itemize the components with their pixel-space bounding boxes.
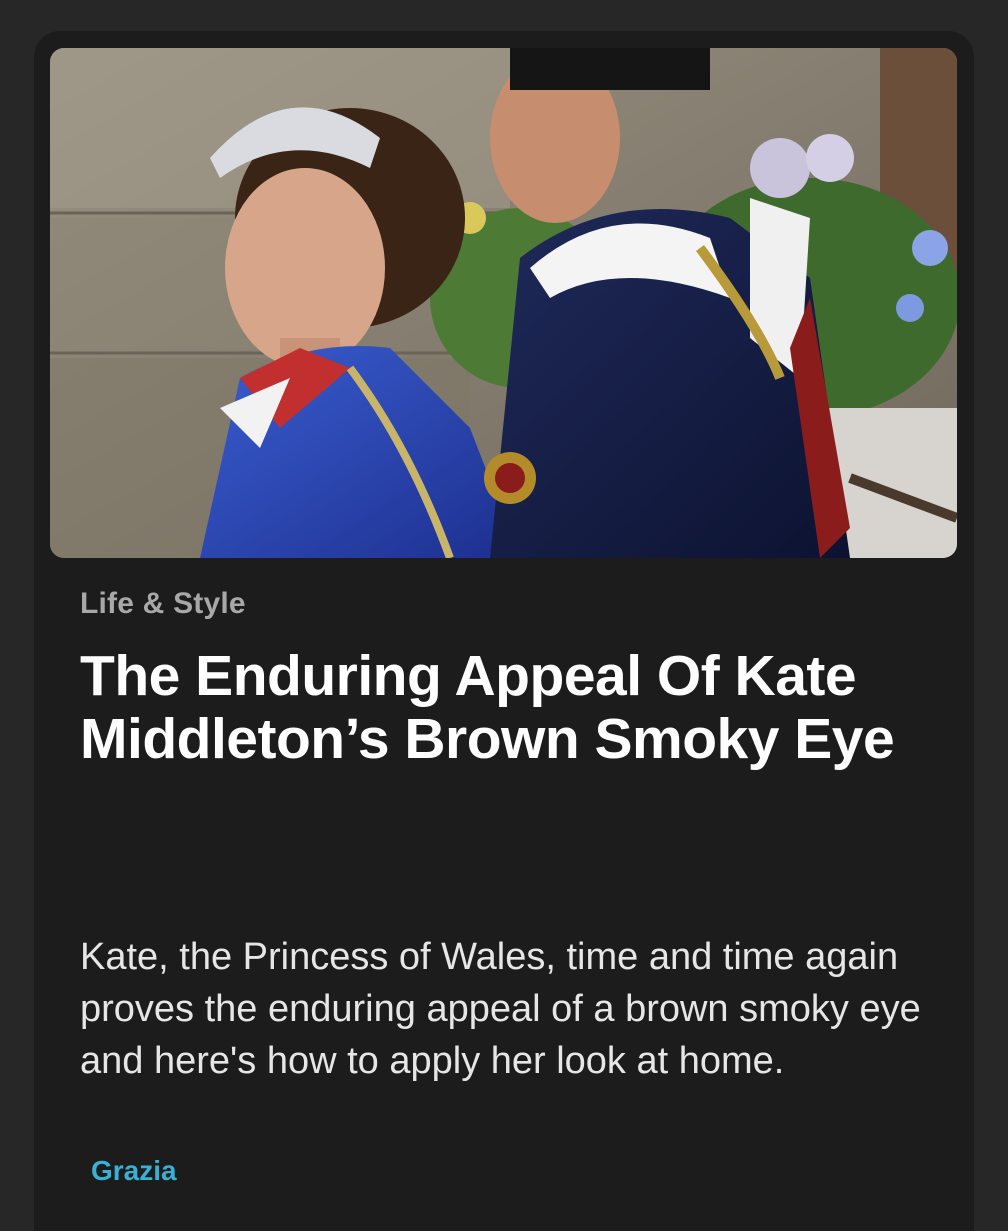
article-summary: Kate, the Princess of Wales, time and ti… <box>80 936 921 1082</box>
article-source[interactable]: Grazia <box>91 1155 177 1187</box>
article-category: Life & Style <box>80 587 246 620</box>
news-card[interactable]: Life & Style The Enduring Appeal Of Kate… <box>34 31 974 1231</box>
article-headline[interactable]: The Enduring Appeal Of Kate Middleton’s … <box>80 645 940 771</box>
article-hero-image[interactable] <box>50 48 957 558</box>
hero-photo-illustration <box>50 48 957 558</box>
